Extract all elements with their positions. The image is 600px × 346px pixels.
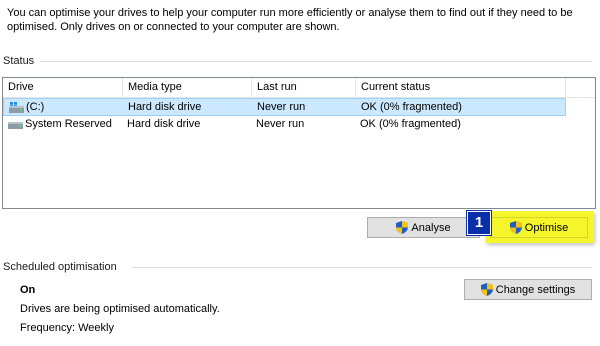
drive-icon [8,122,23,129]
cell-last-run: Never run [257,101,306,113]
column-header-media-type[interactable]: Media type [123,78,252,97]
shield-icon [509,221,522,234]
change-settings-button-label: Change settings [495,283,576,296]
step-badge: 1 [467,211,491,235]
column-header-drive[interactable]: Drive [3,78,123,97]
scheduled-divider [132,267,592,268]
shield-icon [480,283,493,296]
schedule-description: Drives are being optimised automatically… [20,303,220,315]
status-divider [40,61,592,62]
optimise-button-label: Optimise [524,221,569,234]
intro-text: You can optimise your drives to help you… [7,7,573,33]
schedule-frequency: Frequency: Weekly [20,322,114,334]
cell-last-run: Never run [256,118,305,130]
change-settings-button[interactable]: Change settings [464,279,592,300]
status-section-label: Status [3,55,35,67]
analyse-button[interactable]: Analyse [367,217,480,238]
column-header-last-run[interactable]: Last run [252,78,356,97]
cell-drive: (C:) [26,101,45,113]
cell-current-status: OK (0% fragmented) [360,118,461,130]
table-row[interactable]: (C:) Hard disk drive Never run OK (0% fr… [3,98,566,116]
shield-icon [396,221,409,234]
column-header-current-status[interactable]: Current status [356,78,566,97]
cell-media-type: Hard disk drive [128,101,202,113]
drive-list[interactable]: Drive Media type Last run Current status… [2,77,596,209]
table-row[interactable]: System Reserved Hard disk drive Never ru… [3,116,566,134]
list-header: Drive Media type Last run Current status [3,78,595,98]
cell-drive: System Reserved [25,118,112,130]
analyse-button-label: Analyse [411,221,451,234]
schedule-state: On [20,284,36,296]
windows-drive-icon [9,102,24,113]
optimise-button[interactable]: Optimise [490,217,588,238]
scheduled-section-label: Scheduled optimisation [3,261,117,273]
cell-current-status: OK (0% fragmented) [361,101,462,113]
cell-media-type: Hard disk drive [127,118,201,130]
